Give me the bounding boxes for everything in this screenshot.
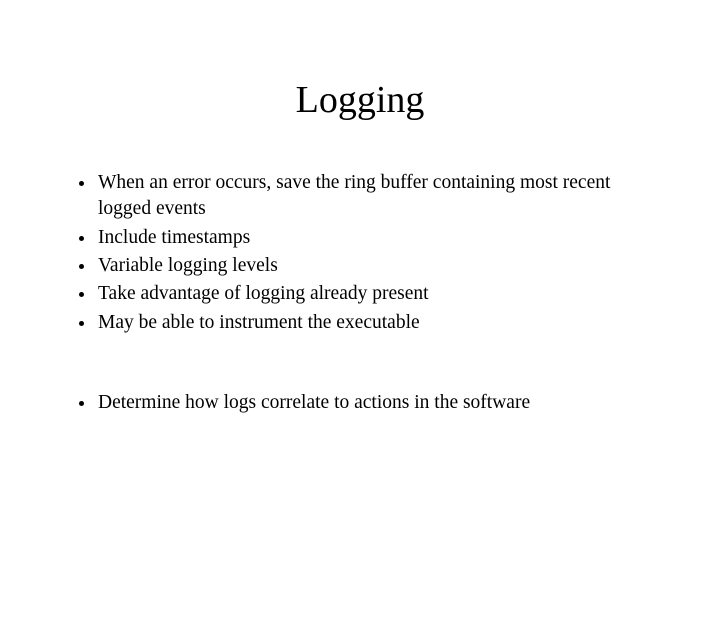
bullet-list-bottom: Determine how logs correlate to actions … [72,390,666,416]
list-item: May be able to instrument the executable [96,310,666,336]
bullet-list-top: When an error occurs, save the ring buff… [72,170,666,336]
list-item: Determine how logs correlate to actions … [96,390,666,416]
slide: Logging When an error occurs, save the r… [0,78,720,618]
list-item: Variable logging levels [96,253,666,279]
slide-title: Logging [0,78,720,122]
slide-content: When an error occurs, save the ring buff… [0,170,720,416]
spacer [72,338,666,390]
list-item: Include timestamps [96,225,666,251]
list-item: When an error occurs, save the ring buff… [96,170,666,223]
list-item: Take advantage of logging already presen… [96,281,666,307]
